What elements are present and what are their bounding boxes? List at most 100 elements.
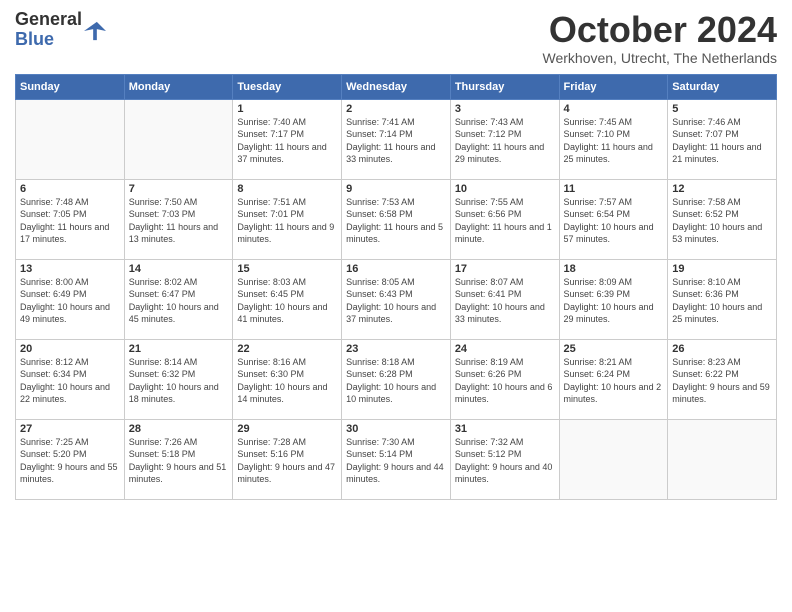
day-number: 28: [129, 423, 229, 435]
col-header-monday: Monday: [124, 74, 233, 99]
day-number: 6: [20, 183, 120, 195]
day-cell: 6Sunrise: 7:48 AMSunset: 7:05 PMDaylight…: [16, 179, 125, 259]
day-info: Sunrise: 7:43 AMSunset: 7:12 PMDaylight:…: [455, 116, 555, 166]
day-info: Sunrise: 7:57 AMSunset: 6:54 PMDaylight:…: [564, 196, 664, 246]
month-title: October 2024: [543, 10, 778, 50]
day-number: 26: [672, 343, 772, 355]
day-cell: [16, 99, 125, 179]
day-number: 31: [455, 423, 555, 435]
calendar-table: SundayMondayTuesdayWednesdayThursdayFrid…: [15, 74, 777, 500]
day-number: 30: [346, 423, 446, 435]
day-cell: 1Sunrise: 7:40 AMSunset: 7:17 PMDaylight…: [233, 99, 342, 179]
day-cell: 10Sunrise: 7:55 AMSunset: 6:56 PMDayligh…: [450, 179, 559, 259]
day-cell: 13Sunrise: 8:00 AMSunset: 6:49 PMDayligh…: [16, 259, 125, 339]
title-block: October 2024 Werkhoven, Utrecht, The Net…: [543, 10, 778, 66]
day-number: 17: [455, 263, 555, 275]
day-cell: 28Sunrise: 7:26 AMSunset: 5:18 PMDayligh…: [124, 419, 233, 499]
day-cell: 27Sunrise: 7:25 AMSunset: 5:20 PMDayligh…: [16, 419, 125, 499]
day-cell: 3Sunrise: 7:43 AMSunset: 7:12 PMDaylight…: [450, 99, 559, 179]
logo: General Blue: [15, 10, 106, 50]
week-row-4: 20Sunrise: 8:12 AMSunset: 6:34 PMDayligh…: [16, 339, 777, 419]
day-cell: 2Sunrise: 7:41 AMSunset: 7:14 PMDaylight…: [342, 99, 451, 179]
col-header-thursday: Thursday: [450, 74, 559, 99]
day-number: 24: [455, 343, 555, 355]
day-number: 21: [129, 343, 229, 355]
day-info: Sunrise: 7:45 AMSunset: 7:10 PMDaylight:…: [564, 116, 664, 166]
day-number: 4: [564, 103, 664, 115]
day-number: 27: [20, 423, 120, 435]
day-cell: 26Sunrise: 8:23 AMSunset: 6:22 PMDayligh…: [668, 339, 777, 419]
day-info: Sunrise: 8:09 AMSunset: 6:39 PMDaylight:…: [564, 276, 664, 326]
day-info: Sunrise: 8:07 AMSunset: 6:41 PMDaylight:…: [455, 276, 555, 326]
day-info: Sunrise: 8:10 AMSunset: 6:36 PMDaylight:…: [672, 276, 772, 326]
day-cell: 23Sunrise: 8:18 AMSunset: 6:28 PMDayligh…: [342, 339, 451, 419]
day-cell: 17Sunrise: 8:07 AMSunset: 6:41 PMDayligh…: [450, 259, 559, 339]
day-cell: [668, 419, 777, 499]
day-info: Sunrise: 8:05 AMSunset: 6:43 PMDaylight:…: [346, 276, 446, 326]
day-number: 23: [346, 343, 446, 355]
day-info: Sunrise: 8:18 AMSunset: 6:28 PMDaylight:…: [346, 356, 446, 406]
week-row-1: 1Sunrise: 7:40 AMSunset: 7:17 PMDaylight…: [16, 99, 777, 179]
day-info: Sunrise: 7:46 AMSunset: 7:07 PMDaylight:…: [672, 116, 772, 166]
col-header-wednesday: Wednesday: [342, 74, 451, 99]
day-cell: 4Sunrise: 7:45 AMSunset: 7:10 PMDaylight…: [559, 99, 668, 179]
day-info: Sunrise: 7:25 AMSunset: 5:20 PMDaylight:…: [20, 436, 120, 486]
day-info: Sunrise: 7:40 AMSunset: 7:17 PMDaylight:…: [237, 116, 337, 166]
logo-text: General Blue: [15, 10, 82, 50]
day-info: Sunrise: 7:55 AMSunset: 6:56 PMDaylight:…: [455, 196, 555, 246]
day-info: Sunrise: 7:32 AMSunset: 5:12 PMDaylight:…: [455, 436, 555, 486]
day-cell: 15Sunrise: 8:03 AMSunset: 6:45 PMDayligh…: [233, 259, 342, 339]
col-header-sunday: Sunday: [16, 74, 125, 99]
day-cell: 30Sunrise: 7:30 AMSunset: 5:14 PMDayligh…: [342, 419, 451, 499]
day-cell: 8Sunrise: 7:51 AMSunset: 7:01 PMDaylight…: [233, 179, 342, 259]
logo-icon: [84, 20, 106, 42]
day-number: 22: [237, 343, 337, 355]
day-info: Sunrise: 7:26 AMSunset: 5:18 PMDaylight:…: [129, 436, 229, 486]
day-info: Sunrise: 7:51 AMSunset: 7:01 PMDaylight:…: [237, 196, 337, 246]
day-number: 8: [237, 183, 337, 195]
day-info: Sunrise: 7:53 AMSunset: 6:58 PMDaylight:…: [346, 196, 446, 246]
day-number: 9: [346, 183, 446, 195]
page-header: General Blue October 2024 Werkhoven, Utr…: [15, 10, 777, 66]
day-info: Sunrise: 8:02 AMSunset: 6:47 PMDaylight:…: [129, 276, 229, 326]
day-cell: 5Sunrise: 7:46 AMSunset: 7:07 PMDaylight…: [668, 99, 777, 179]
day-cell: 22Sunrise: 8:16 AMSunset: 6:30 PMDayligh…: [233, 339, 342, 419]
day-number: 25: [564, 343, 664, 355]
day-number: 5: [672, 103, 772, 115]
day-info: Sunrise: 7:41 AMSunset: 7:14 PMDaylight:…: [346, 116, 446, 166]
day-number: 14: [129, 263, 229, 275]
day-number: 7: [129, 183, 229, 195]
col-header-tuesday: Tuesday: [233, 74, 342, 99]
day-cell: [559, 419, 668, 499]
day-number: 1: [237, 103, 337, 115]
day-info: Sunrise: 8:12 AMSunset: 6:34 PMDaylight:…: [20, 356, 120, 406]
day-number: 16: [346, 263, 446, 275]
day-info: Sunrise: 7:48 AMSunset: 7:05 PMDaylight:…: [20, 196, 120, 246]
day-cell: 18Sunrise: 8:09 AMSunset: 6:39 PMDayligh…: [559, 259, 668, 339]
day-number: 11: [564, 183, 664, 195]
day-cell: 25Sunrise: 8:21 AMSunset: 6:24 PMDayligh…: [559, 339, 668, 419]
day-cell: 31Sunrise: 7:32 AMSunset: 5:12 PMDayligh…: [450, 419, 559, 499]
day-info: Sunrise: 8:21 AMSunset: 6:24 PMDaylight:…: [564, 356, 664, 406]
day-info: Sunrise: 8:19 AMSunset: 6:26 PMDaylight:…: [455, 356, 555, 406]
day-number: 12: [672, 183, 772, 195]
day-info: Sunrise: 8:23 AMSunset: 6:22 PMDaylight:…: [672, 356, 772, 406]
day-number: 19: [672, 263, 772, 275]
day-info: Sunrise: 7:28 AMSunset: 5:16 PMDaylight:…: [237, 436, 337, 486]
day-number: 15: [237, 263, 337, 275]
day-cell: 24Sunrise: 8:19 AMSunset: 6:26 PMDayligh…: [450, 339, 559, 419]
day-info: Sunrise: 8:00 AMSunset: 6:49 PMDaylight:…: [20, 276, 120, 326]
day-number: 20: [20, 343, 120, 355]
day-cell: 12Sunrise: 7:58 AMSunset: 6:52 PMDayligh…: [668, 179, 777, 259]
day-number: 10: [455, 183, 555, 195]
day-cell: 9Sunrise: 7:53 AMSunset: 6:58 PMDaylight…: [342, 179, 451, 259]
day-info: Sunrise: 8:03 AMSunset: 6:45 PMDaylight:…: [237, 276, 337, 326]
day-info: Sunrise: 7:58 AMSunset: 6:52 PMDaylight:…: [672, 196, 772, 246]
day-number: 18: [564, 263, 664, 275]
day-info: Sunrise: 8:16 AMSunset: 6:30 PMDaylight:…: [237, 356, 337, 406]
day-cell: [124, 99, 233, 179]
col-header-saturday: Saturday: [668, 74, 777, 99]
col-header-friday: Friday: [559, 74, 668, 99]
day-number: 29: [237, 423, 337, 435]
day-cell: 21Sunrise: 8:14 AMSunset: 6:32 PMDayligh…: [124, 339, 233, 419]
